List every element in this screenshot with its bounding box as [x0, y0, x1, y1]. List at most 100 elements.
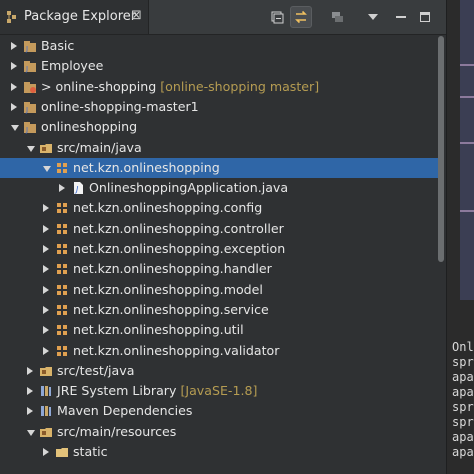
package-explorer-icon: [7, 11, 16, 23]
tree-item-label: net.kzn.onlineshopping.config: [73, 200, 263, 216]
java-project-icon: J: [23, 59, 37, 73]
tree-item-label: Employee: [41, 58, 104, 74]
tree-item-label: Maven Dependencies: [57, 403, 193, 419]
focus-icon: [332, 12, 343, 22]
tree-item-label: src/main/java: [57, 139, 142, 155]
tree-item[interactable]: net.kzn.onlineshopping.controller: [0, 219, 440, 239]
link-with-editor-button[interactable]: [290, 6, 312, 28]
collapsed-arrow-icon[interactable]: [11, 102, 17, 111]
tree-item[interactable]: net.kzn.onlineshopping.validator: [0, 341, 440, 361]
java-project-icon: J: [23, 39, 37, 53]
folder-icon: [55, 445, 69, 459]
collapsed-arrow-icon[interactable]: [11, 42, 17, 50]
tree-item[interactable]: net.kzn.onlineshopping: [0, 157, 440, 178]
tree-item[interactable]: net.kzn.onlineshopping.util: [0, 320, 440, 340]
tree-item[interactable]: J Basic: [0, 36, 440, 56]
collapsed-arrow-icon[interactable]: [27, 407, 33, 416]
vertical-scrollbar[interactable]: [438, 36, 444, 262]
maximize-icon: [420, 12, 430, 22]
collapsed-arrow-icon[interactable]: [43, 204, 49, 213]
expanded-arrow-icon[interactable]: [43, 165, 51, 172]
collapsed-arrow-icon[interactable]: [43, 224, 49, 233]
java-file-icon: J: [71, 181, 85, 195]
package-icon: [55, 344, 69, 358]
svg-text:J: J: [25, 106, 28, 114]
tree-item[interactable]: src/main/resources: [0, 422, 440, 442]
collapsed-arrow-icon[interactable]: [43, 265, 49, 274]
tree-item-label: static: [73, 444, 108, 459]
tree-item[interactable]: static: [0, 442, 440, 462]
collapsed-arrow-icon[interactable]: [27, 387, 33, 396]
tree-item[interactable]: > online-shopping [online-shopping maste…: [0, 77, 440, 97]
expanded-arrow-icon[interactable]: [27, 429, 35, 436]
library-icon: [39, 404, 53, 418]
tree-item-label: net.kzn.onlineshopping.exception: [73, 241, 286, 256]
view-menu-icon: [368, 14, 378, 20]
collapsed-arrow-icon[interactable]: [43, 346, 49, 355]
source-folder-icon: [39, 364, 53, 378]
package-icon: [55, 323, 69, 337]
tree-item-label: net.kzn.onlineshopping.service: [73, 301, 269, 317]
package-icon: [55, 161, 69, 175]
maximize-button[interactable]: [414, 6, 436, 28]
tree-item[interactable]: net.kzn.onlineshopping.handler: [0, 259, 440, 279]
tree-item[interactable]: JRE System Library [JavaSE-1.8]: [0, 381, 440, 401]
package-icon: [55, 201, 69, 215]
tree-item[interactable]: net.kzn.onlineshopping.exception: [0, 239, 440, 259]
tree-item[interactable]: net.kzn.onlineshopping.service: [0, 300, 440, 320]
close-icon[interactable]: ⊠: [131, 8, 142, 23]
tab-package-explorer[interactable]: Package Explorer ⊠: [0, 0, 149, 34]
package-explorer-view: Package Explorer ⊠ J Basic J Employee > …: [0, 0, 447, 474]
git-project-icon: [23, 80, 37, 94]
minimize-button[interactable]: [390, 6, 412, 28]
console-line: Onl: [452, 340, 474, 354]
tree-item[interactable]: Maven Dependencies: [0, 401, 440, 421]
console-line: spr: [452, 415, 474, 429]
expanded-arrow-icon[interactable]: [27, 145, 35, 152]
collapsed-arrow-icon[interactable]: [11, 62, 17, 71]
tree-item[interactable]: Jonline-shopping-master1: [0, 97, 440, 117]
collapsed-arrow-icon[interactable]: [43, 245, 49, 253]
tree-item-label: OnlineshoppingApplication.java: [89, 180, 289, 196]
console-line: apa: [452, 430, 474, 444]
java-project-icon: J: [23, 120, 37, 134]
collapse-all-button[interactable]: [266, 6, 288, 28]
editor-marker: [460, 96, 474, 98]
collapse-all-icon: [271, 11, 284, 24]
editor-marker: [460, 142, 474, 144]
link-with-editor-icon: [295, 10, 307, 24]
view-menu-button[interactable]: [362, 6, 384, 28]
tree-item-label: JRE System Library [JavaSE-1.8]: [57, 383, 258, 399]
tree-item[interactable]: J Employee: [0, 56, 440, 76]
tree-item[interactable]: net.kzn.onlineshopping.model: [0, 280, 440, 300]
view-title: Package Explorer: [24, 9, 137, 24]
tree-item-label: net.kzn.onlineshopping.util: [73, 322, 244, 338]
collapsed-arrow-icon[interactable]: [43, 285, 49, 294]
console-line: apa: [452, 385, 474, 399]
tree-item-label: online-shopping-master1: [41, 98, 199, 114]
tree-item[interactable]: Jonlineshopping: [0, 117, 440, 137]
collapsed-arrow-icon[interactable]: [43, 326, 49, 335]
collapsed-arrow-icon[interactable]: [43, 305, 49, 314]
collapsed-arrow-icon[interactable]: [59, 184, 65, 193]
tree-item[interactable]: src/test/java: [0, 361, 440, 381]
console-output: Onl spr apa apa spr spr apa apa: [452, 340, 474, 460]
tree-item[interactable]: net.kzn.onlineshopping.config: [0, 198, 440, 218]
expanded-arrow-icon[interactable]: [11, 125, 19, 132]
source-folder-icon: [39, 425, 53, 439]
tree-item-label: onlineshopping: [41, 119, 138, 135]
tree-item-label: net.kzn.onlineshopping.validator: [73, 342, 280, 358]
collapsed-arrow-icon[interactable]: [27, 366, 33, 375]
minimize-icon: [396, 16, 406, 18]
focus-button[interactable]: [326, 6, 348, 28]
package-icon: [55, 303, 69, 317]
tree-item-label: src/main/resources: [57, 423, 177, 439]
console-line: spr: [452, 355, 474, 369]
console-line: apa: [452, 370, 474, 384]
collapsed-arrow-icon[interactable]: [43, 448, 49, 456]
tree-item[interactable]: src/main/java: [0, 138, 440, 158]
collapsed-arrow-icon[interactable]: [11, 82, 17, 91]
package-icon: [55, 283, 69, 297]
tree-item[interactable]: J OnlineshoppingApplication.java: [0, 178, 440, 198]
console-line: apa: [452, 445, 474, 459]
